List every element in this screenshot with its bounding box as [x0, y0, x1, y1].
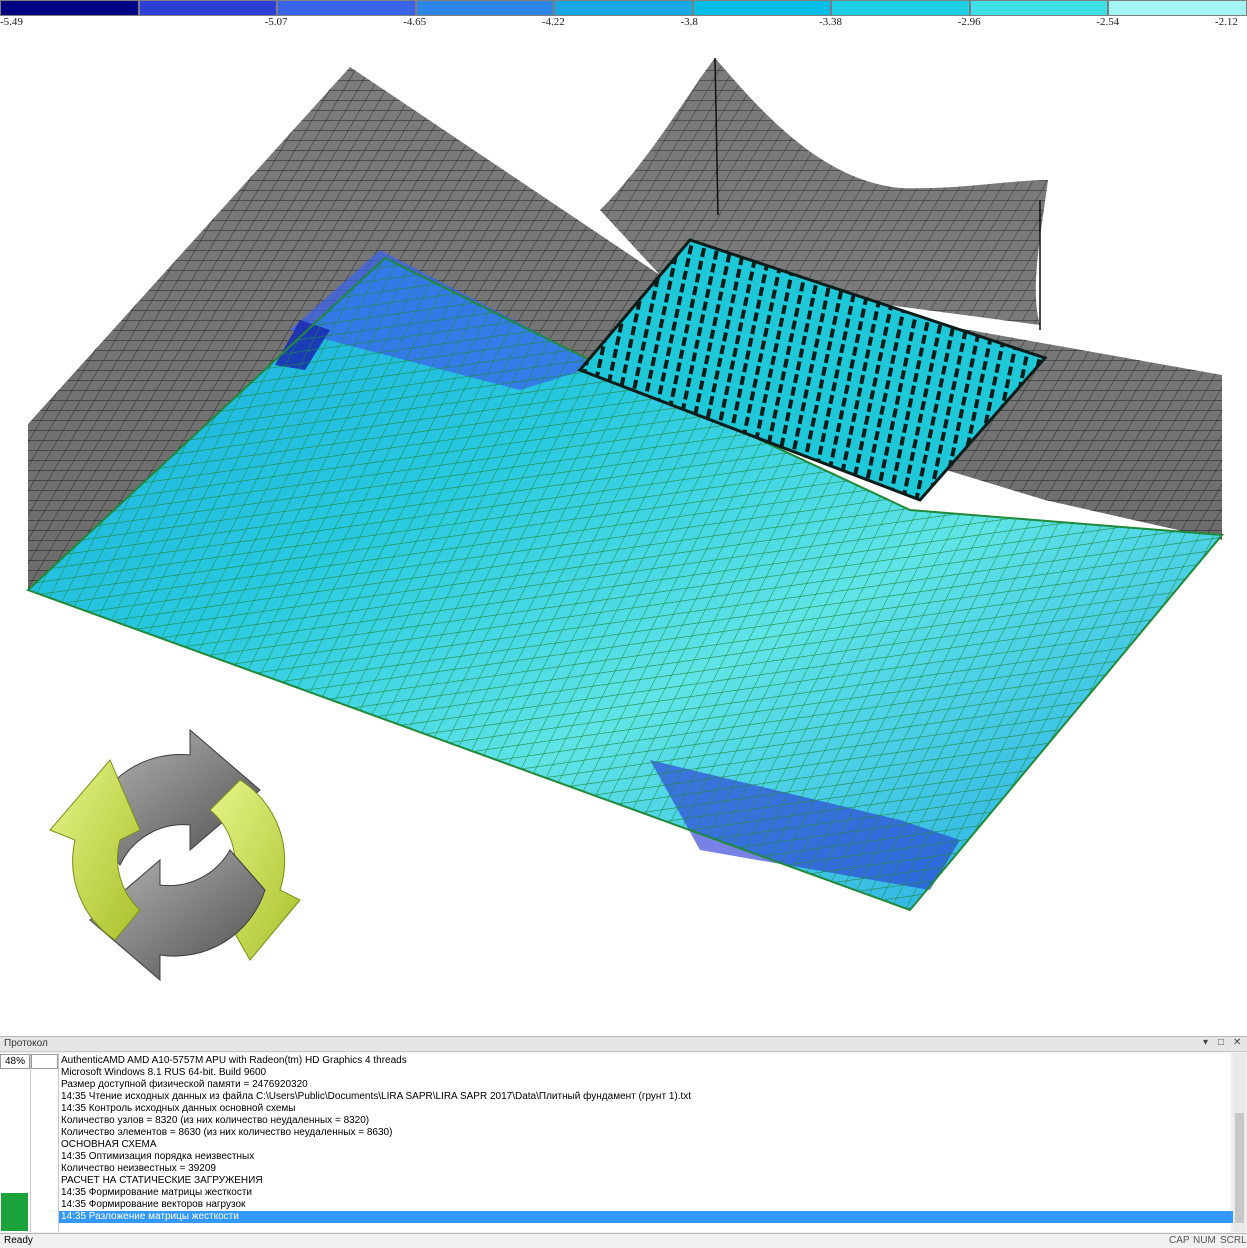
log-line[interactable]: Количество неизвестных = 39209	[59, 1163, 1233, 1175]
color-scale: -5.49 -5.07 -4.65 -4.22 -3.8 -3.38 -2.96 -2.54 -…	[0, 0, 1247, 30]
log-line[interactable]: AuthenticAMD AMD A10-5757M APU with Rade…	[59, 1055, 1233, 1067]
scale-segment	[277, 0, 416, 16]
scrl-indicator: SCRL	[1220, 1235, 1247, 1246]
protocol-panel: Протокол ▾ □ ✕ 48% AuthenticAMD AMD A10-…	[0, 1036, 1247, 1234]
protocol-log[interactable]: AuthenticAMD AMD A10-5757M APU with Rade…	[59, 1053, 1233, 1232]
log-line[interactable]: Размер доступной физической памяти = 247…	[59, 1079, 1233, 1091]
log-line[interactable]: 14:35 Чтение исходных данных из файла C:…	[59, 1091, 1233, 1103]
progress-percent: 48%	[0, 1054, 30, 1069]
protocol-title: Протокол	[4, 1038, 48, 1049]
secondary-progress-box	[31, 1054, 58, 1069]
log-line[interactable]: 14:35 Разложение матрицы жесткости	[59, 1211, 1233, 1223]
status-bar: Ready CAP NUM SCRL	[0, 1233, 1247, 1248]
scale-tick-label: -2.54	[1096, 16, 1120, 28]
scale-tick-label: -5.49	[0, 16, 23, 28]
scale-tick-label: -3.38	[819, 16, 843, 28]
protocol-header: Протокол ▾ □ ✕	[0, 1037, 1247, 1052]
panel-close-button[interactable]: ✕	[1233, 1037, 1241, 1048]
progress-indicator: 48%	[0, 1053, 31, 1232]
log-scrollbar[interactable]	[1233, 1053, 1246, 1232]
scale-tick-label: -2.12	[1215, 16, 1238, 28]
scale-segment	[415, 0, 555, 16]
scale-segment	[138, 0, 278, 16]
log-line[interactable]: РАСЧЕТ НА СТАТИЧЕСКИЕ ЗАГРУЖЕНИЯ	[59, 1175, 1233, 1187]
secondary-progress	[31, 1053, 59, 1232]
log-line[interactable]: Microsoft Windows 8.1 RUS 64-bit. Build …	[59, 1067, 1233, 1079]
scale-segment	[831, 0, 970, 16]
progress-bar-fill	[1, 1192, 28, 1231]
log-line[interactable]: Количество элементов = 8630 (из них коли…	[59, 1127, 1233, 1139]
scale-segment	[0, 0, 139, 16]
scale-tick-label: -5.07	[264, 16, 288, 28]
log-line[interactable]: Количество узлов = 8320 (из них количест…	[59, 1115, 1233, 1127]
status-ready: Ready	[4, 1235, 33, 1246]
num-indicator: NUM	[1193, 1235, 1216, 1246]
scale-segment	[969, 0, 1109, 16]
scale-tick-label: -4.65	[403, 16, 427, 28]
scale-segment	[554, 0, 693, 16]
refresh-cycle-icon	[49, 728, 301, 982]
scale-segment	[692, 0, 832, 16]
scale-tick-label: -2.96	[957, 16, 981, 28]
scale-segment	[1108, 0, 1247, 16]
cap-indicator: CAP	[1169, 1235, 1190, 1246]
log-scrollbar-thumb[interactable]	[1235, 1113, 1244, 1223]
panel-menu-button[interactable]: ▾	[1203, 1037, 1208, 1048]
log-line[interactable]: 14:35 Формирование матрицы жесткости	[59, 1187, 1233, 1199]
model-3d-view[interactable]	[0, 30, 1247, 1020]
log-line[interactable]: ОСНОВНАЯ СХЕМА	[59, 1139, 1233, 1151]
scale-tick-label: -4.22	[541, 16, 565, 28]
log-line[interactable]: 14:35 Формирование векторов нагрузок	[59, 1199, 1233, 1211]
log-line[interactable]: 14:35 Оптимизация порядка неизвестных	[59, 1151, 1233, 1163]
scale-tick-label: -3.8	[680, 16, 698, 28]
model-viewport[interactable]	[0, 30, 1247, 1020]
log-line[interactable]: 14:35 Контроль исходных данных основной …	[59, 1103, 1233, 1115]
panel-float-button[interactable]: □	[1218, 1037, 1224, 1048]
